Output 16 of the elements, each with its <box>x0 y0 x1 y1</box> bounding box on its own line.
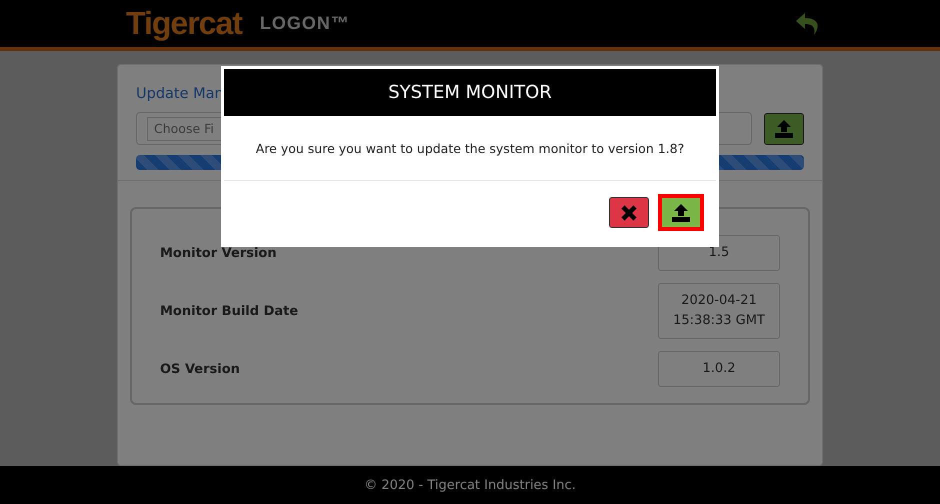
copyright-text: © 2020 - Tigercat Industries Inc. <box>364 478 576 492</box>
upload-icon <box>774 120 794 138</box>
confirm-button[interactable] <box>658 194 704 231</box>
field-label: Monitor Build Date <box>160 304 298 318</box>
close-icon <box>620 204 638 222</box>
brand-logo: Tigercat <box>126 5 242 42</box>
upload-icon <box>671 204 691 222</box>
field-value: 2020-04-21 15:38:33 GMT <box>658 283 780 339</box>
product-logo: LOGON™ <box>260 13 350 34</box>
field-label: OS Version <box>160 362 240 376</box>
dialog-title: SYSTEM MONITOR <box>224 69 716 116</box>
dialog-message: Are you sure you want to update the system monitor to version 1.8? <box>256 140 684 156</box>
field-value: 1.0.2 <box>658 351 780 387</box>
cancel-button[interactable] <box>609 197 649 228</box>
upload-button[interactable] <box>764 112 804 144</box>
field-label: Monitor Version <box>160 246 277 260</box>
